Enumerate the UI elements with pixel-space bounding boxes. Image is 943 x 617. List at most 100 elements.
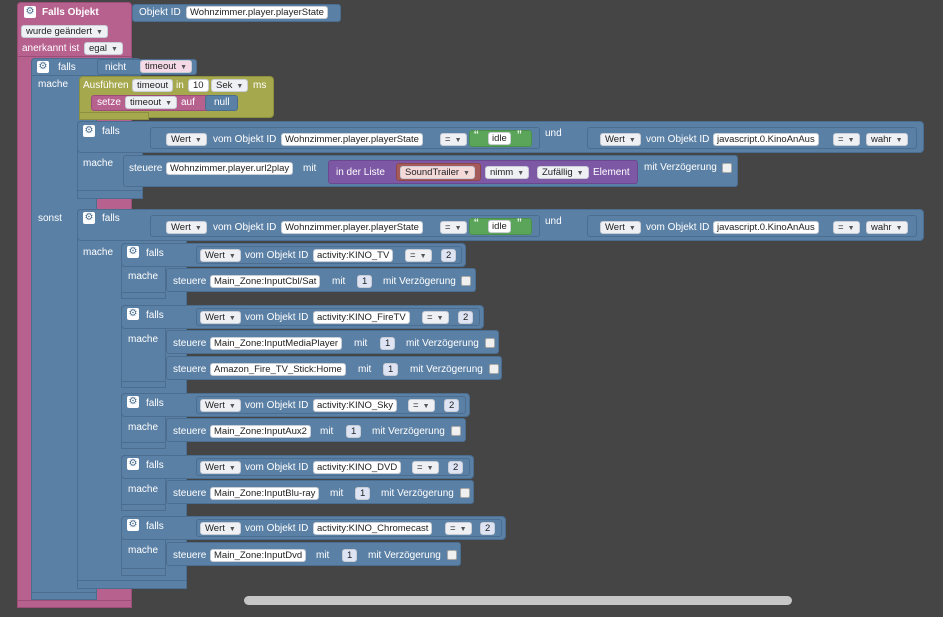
op-dropdown[interactable]: = ▼ [408, 399, 435, 412]
verzoegerung-checkbox[interactable] [447, 550, 457, 560]
verzoegerung-checkbox[interactable] [485, 338, 495, 348]
action-target[interactable]: Main_Zone:InputMediaPlayer [210, 337, 343, 350]
action-val[interactable]: 1 [383, 363, 399, 376]
verzoegerung-checkbox[interactable] [722, 163, 732, 173]
wert-dropdown[interactable]: Wert ▼ [200, 522, 241, 535]
branch-3-obj[interactable]: activity:KINO_Sky [313, 399, 398, 412]
setze-var-dropdown[interactable]: timeout ▼ [125, 96, 178, 109]
branch-1-obj[interactable]: activity:KINO_TV [313, 249, 394, 262]
verzoegerung-checkbox[interactable] [461, 276, 471, 286]
chevron-down-icon: ▼ [847, 137, 855, 144]
action-target[interactable]: Main_Zone:InputAux2 [210, 425, 311, 438]
op-dropdown[interactable]: = ▼ [445, 522, 472, 535]
gear-icon[interactable]: ⚙ [83, 125, 95, 137]
gear-icon[interactable]: ⚙ [37, 61, 49, 73]
op-dropdown[interactable]: = ▼ [412, 461, 439, 474]
branch-mache-label: mache [128, 422, 159, 433]
gear-icon[interactable]: ⚙ [127, 246, 139, 258]
branch-4-val[interactable]: 2 [448, 461, 464, 474]
chevron-down-icon: ▼ [426, 465, 434, 472]
chevron-down-icon: ▼ [895, 225, 903, 232]
verzoegerung-checkbox[interactable] [489, 364, 499, 374]
mit-label: mit [320, 426, 334, 437]
wert-dropdown[interactable]: Wert ▼ [200, 311, 241, 324]
auf-label: auf [181, 97, 195, 108]
chevron-down-icon: ▼ [228, 315, 236, 322]
branch-2-obj[interactable]: activity:KINO_FireTV [313, 311, 410, 324]
action-val[interactable]: 1 [342, 549, 358, 562]
anerkannt-label: anerkannt ist [22, 43, 80, 54]
mit-label: mit [358, 364, 372, 375]
nimm-dropdown[interactable]: nimm ▼ [485, 166, 530, 179]
objekt-id-field[interactable]: Wohnzimmer.player.playerState [186, 6, 328, 19]
zufaellig-text: Zufällig [542, 167, 573, 178]
action-val[interactable]: 1 [355, 487, 371, 500]
vom-objekt-label: vom Objekt ID [245, 400, 309, 411]
action-val[interactable]: 1 [346, 425, 362, 438]
obj2-field[interactable]: javascript.0.KinoAnAus [713, 133, 819, 146]
chevron-down-icon: ▼ [228, 403, 236, 410]
wert-dropdown[interactable]: Wert ▼ [200, 461, 241, 474]
op-dropdown[interactable]: = ▼ [405, 249, 432, 262]
obj1-field[interactable]: Wohnzimmer.player.playerState [281, 133, 423, 146]
url2play-field[interactable]: Wohnzimmer.player.url2play [166, 162, 294, 175]
gear-icon[interactable]: ⚙ [127, 519, 139, 531]
op-dropdown[interactable]: = ▼ [833, 221, 860, 234]
timer-var-dropdown[interactable]: timeout [132, 79, 174, 92]
idle-field[interactable]: idle [488, 220, 511, 233]
idle-field[interactable]: idle [488, 132, 511, 145]
op-text: = [450, 523, 456, 534]
op-dropdown[interactable]: = ▼ [422, 311, 449, 324]
gear-icon[interactable]: ⚙ [127, 396, 139, 408]
action-val[interactable]: 1 [380, 337, 396, 350]
gear-icon[interactable]: ⚙ [127, 308, 139, 320]
wurde-geaendert-dropdown[interactable]: wurde geändert ▼ [21, 25, 108, 38]
wahr-dropdown[interactable]: wahr ▼ [866, 133, 908, 146]
wert-dropdown[interactable]: Wert ▼ [166, 221, 207, 234]
op-dropdown[interactable]: = ▼ [833, 133, 860, 146]
op-dropdown[interactable]: = ▼ [440, 133, 467, 146]
egal-dropdown[interactable]: egal ▼ [84, 42, 123, 55]
branch-1-val[interactable]: 2 [441, 249, 457, 262]
obj2-field[interactable]: javascript.0.KinoAnAus [713, 221, 819, 234]
wert-dropdown[interactable]: Wert ▼ [600, 221, 641, 234]
gear-icon[interactable]: ⚙ [83, 212, 95, 224]
wert-text: Wert [205, 462, 225, 473]
timeout-var-text: timeout [145, 61, 177, 72]
steuere-label: steuere [173, 426, 207, 437]
outer-mache-label: mache [38, 79, 69, 90]
zufaellig-dropdown[interactable]: Zufällig ▼ [537, 166, 589, 179]
chevron-down-icon: ▼ [454, 225, 462, 232]
action-target[interactable]: Amazon_Fire_TV_Stick:Home [210, 363, 346, 376]
action-target[interactable]: Main_Zone:InputCbl/Sat [210, 275, 321, 288]
obj1-field[interactable]: Wohnzimmer.player.playerState [281, 221, 423, 234]
wert-dropdown[interactable]: Wert ▼ [166, 133, 207, 146]
branch-5-val[interactable]: 2 [480, 522, 496, 535]
verzoegerung-checkbox[interactable] [460, 488, 470, 498]
op-text: = [410, 250, 416, 261]
gear-icon[interactable]: ⚙ [127, 458, 139, 470]
op-text: = [413, 400, 419, 411]
wert-dropdown[interactable]: Wert ▼ [200, 249, 241, 262]
verzoegerung-checkbox[interactable] [451, 426, 461, 436]
wert-dropdown[interactable]: Wert ▼ [600, 133, 641, 146]
wert-dropdown[interactable]: Wert ▼ [200, 399, 241, 412]
op-text: = [838, 134, 844, 145]
wert-text: Wert [605, 134, 625, 145]
branch-2-val[interactable]: 2 [458, 311, 474, 324]
action-target[interactable]: Main_Zone:InputBlu-ray [210, 487, 320, 500]
branch-4-obj[interactable]: activity:KINO_DVD [313, 461, 402, 474]
action-target[interactable]: Main_Zone:InputDvd [210, 549, 307, 562]
branch-3-footer [121, 442, 166, 449]
timer-value-field[interactable]: 10 [188, 79, 209, 92]
action-val[interactable]: 1 [357, 275, 373, 288]
branch-5-obj[interactable]: activity:KINO_Chromecast [313, 522, 433, 535]
list-var-dropdown[interactable]: SoundTrailer ▼ [400, 166, 475, 179]
horizontal-scrollbar[interactable] [244, 596, 792, 605]
wahr-dropdown[interactable]: wahr ▼ [866, 221, 908, 234]
branch-3-val[interactable]: 2 [444, 399, 460, 412]
timeout-var-dropdown[interactable]: timeout ▼ [140, 60, 193, 73]
op-dropdown[interactable]: = ▼ [440, 221, 467, 234]
gear-icon[interactable]: ⚙ [24, 6, 36, 18]
timer-unit-dropdown[interactable]: Sek ▼ [211, 79, 249, 92]
